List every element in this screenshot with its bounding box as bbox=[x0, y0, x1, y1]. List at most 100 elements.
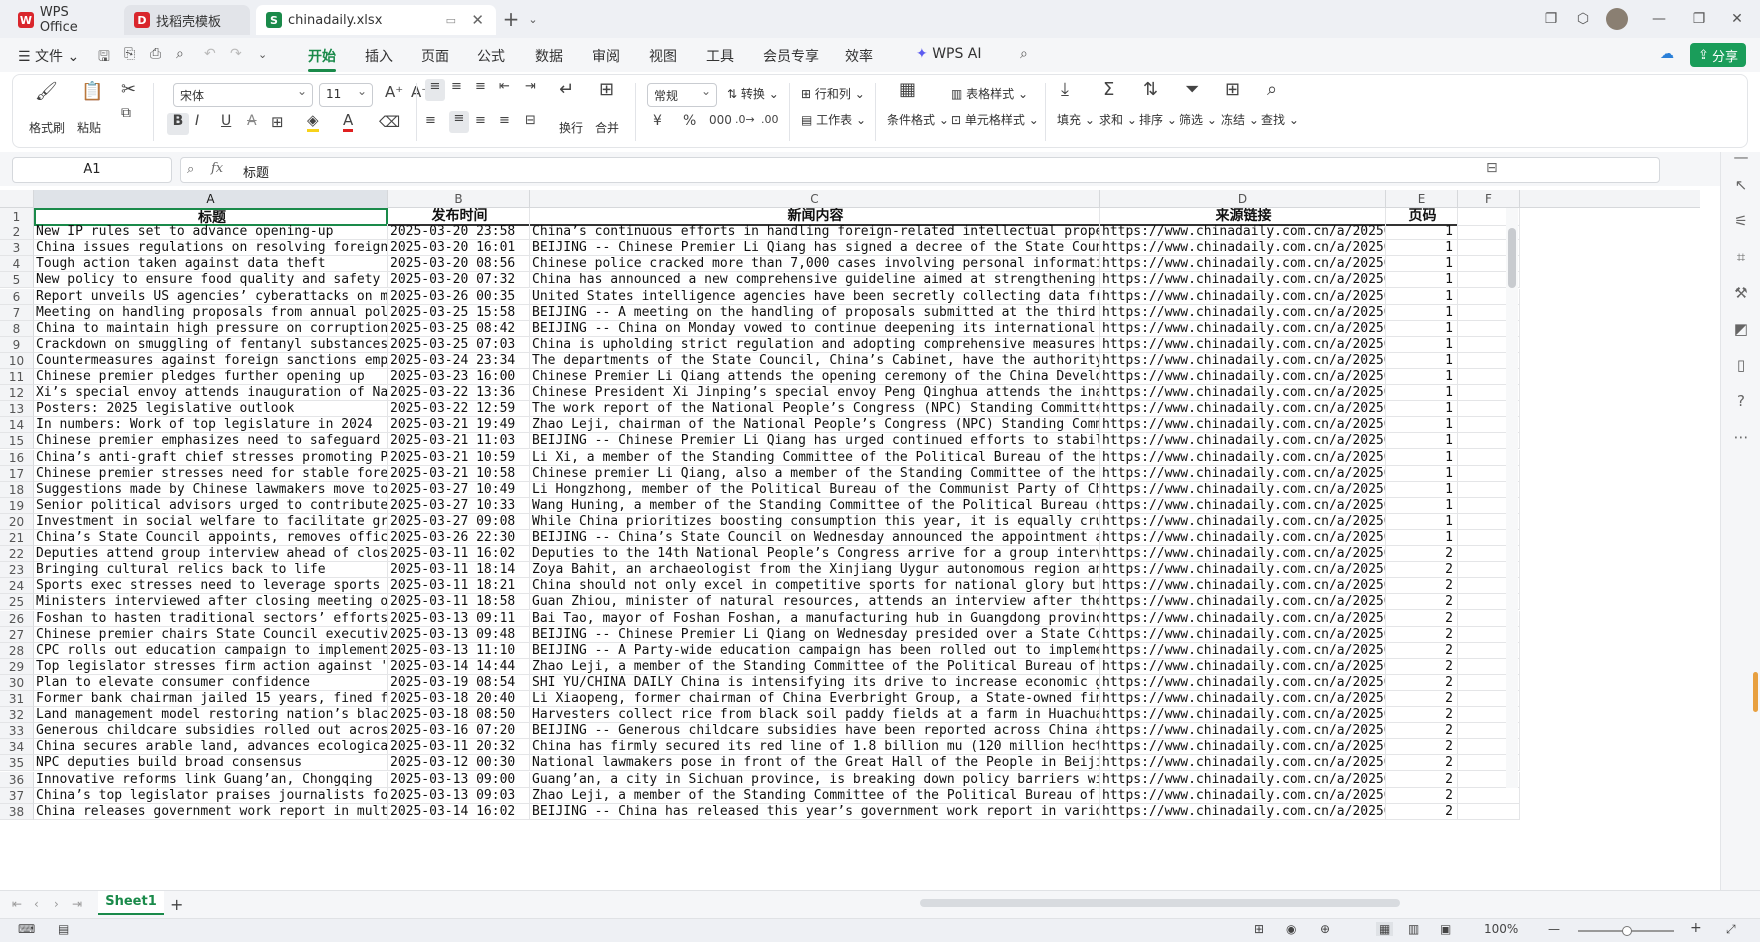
conditional-format-icon[interactable]: ▦ bbox=[899, 79, 916, 100]
cell-e[interactable]: 2 bbox=[1386, 691, 1458, 707]
cell-c[interactable]: BEIJING -- China on Monday vowed to cont… bbox=[530, 320, 1100, 337]
zoom-in-icon[interactable]: + bbox=[1690, 920, 1702, 936]
zoom-slider-thumb[interactable] bbox=[1622, 926, 1632, 936]
cell-a[interactable]: Deputies attend group interview ahead of… bbox=[34, 546, 388, 563]
cell-a[interactable]: Land management model restoring nation’s… bbox=[34, 707, 388, 724]
close-tab-icon[interactable]: ✕ bbox=[471, 11, 484, 29]
row-number[interactable]: 18 bbox=[0, 481, 34, 498]
cell-a[interactable]: China issues regulations on resolving fo… bbox=[34, 240, 388, 257]
cell-a[interactable]: Report unveils US agencies’ cyberattacks… bbox=[34, 288, 388, 305]
menu-member[interactable]: 会员专享 bbox=[763, 46, 819, 66]
increase-indent-icon[interactable]: ⇥ bbox=[525, 79, 536, 94]
spreadsheet-grid[interactable]: A B C D E F 1 标题 发布时间 新闻内容 来源链接 页码 2 New … bbox=[0, 190, 1720, 890]
cell-e[interactable]: 1 bbox=[1386, 449, 1458, 466]
cell-a[interactable]: Countermeasures against foreign sanction… bbox=[34, 352, 388, 369]
cell-a[interactable]: Bringing cultural relics back to life bbox=[34, 562, 388, 579]
formula-expand-icon[interactable]: ⊟ bbox=[1486, 160, 1498, 176]
cell-e[interactable]: 2 bbox=[1386, 658, 1458, 675]
column-header-e[interactable]: E bbox=[1386, 190, 1458, 208]
row-number[interactable]: 2 bbox=[0, 224, 34, 241]
cell-b[interactable]: 2025-03-20 07:32 bbox=[388, 272, 530, 289]
window-layout-icon[interactable]: ❐ bbox=[1540, 8, 1562, 30]
menu-start[interactable]: 开始 bbox=[308, 46, 336, 72]
align-middle-icon[interactable]: ≡ bbox=[451, 79, 462, 94]
worksheet-button[interactable]: ▤ 工作表 ⌄ bbox=[801, 111, 866, 128]
cell-e[interactable]: 1 bbox=[1386, 481, 1458, 498]
cell-c[interactable]: China should not only excel in competiti… bbox=[530, 578, 1100, 595]
cell-d[interactable]: https://www.chinadaily.com.cn/a/202503/2 bbox=[1100, 417, 1386, 434]
cell-d[interactable]: https://www.chinadaily.com.cn/a/202503/2 bbox=[1100, 449, 1386, 466]
row-number[interactable]: 15 bbox=[0, 433, 34, 450]
minimize-icon[interactable]: — bbox=[1648, 8, 1670, 30]
cell-d[interactable]: https://www.chinadaily.com.cn/a/202503/2 bbox=[1100, 256, 1386, 273]
normal-view-icon[interactable]: ▦ bbox=[1376, 922, 1394, 936]
row-number[interactable]: 32 bbox=[0, 707, 34, 724]
cell-d[interactable]: https://www.chinadaily.com.cn/a/202503/2 bbox=[1100, 320, 1386, 337]
clear-format-icon[interactable]: ⌫ bbox=[379, 113, 400, 131]
row-number[interactable]: 36 bbox=[0, 771, 34, 788]
table-style-button[interactable]: ▥ 表格样式 ⌄ bbox=[951, 85, 1028, 102]
cell-c[interactable]: Bai Tao, mayor of Foshan Foshan, a manuf… bbox=[530, 610, 1100, 627]
row-number[interactable]: 21 bbox=[0, 530, 34, 546]
column-header-a[interactable]: A bbox=[34, 190, 388, 208]
cell-b[interactable]: 2025-03-13 09:11 bbox=[388, 610, 530, 627]
cell-b[interactable]: 2025-03-18 08:50 bbox=[388, 707, 530, 724]
cell-c[interactable]: BEIJING -- China has released this year’… bbox=[530, 803, 1100, 820]
increase-font-icon[interactable]: A⁺ bbox=[385, 83, 403, 101]
cloud-upload-icon[interactable]: ☁ bbox=[1660, 46, 1674, 62]
last-sheet-icon[interactable]: ⇥ bbox=[72, 897, 82, 911]
cell-d[interactable]: https://www.chinadaily.com.cn/a/202503/1 bbox=[1100, 658, 1386, 675]
cell-b[interactable]: 2025-03-20 08:56 bbox=[388, 256, 530, 273]
cell-c[interactable]: Li Hongzhong, member of the Political Bu… bbox=[530, 481, 1100, 498]
strikethrough-button[interactable]: A bbox=[247, 113, 257, 129]
fx-icon[interactable]: fx bbox=[211, 161, 223, 176]
cell-e[interactable]: 1 bbox=[1386, 240, 1458, 257]
row-number[interactable]: 26 bbox=[0, 610, 34, 627]
cell-b[interactable]: 2025-03-11 16:02 bbox=[388, 546, 530, 563]
formula-input[interactable]: ⌕ fx 标题 bbox=[180, 157, 1660, 183]
row-number[interactable]: 8 bbox=[0, 320, 34, 337]
zoom-level[interactable]: 100% bbox=[1484, 922, 1518, 936]
currency-icon[interactable]: ¥ bbox=[653, 113, 662, 129]
cell-a[interactable]: Suggestions made by Chinese lawmakers mo… bbox=[34, 481, 388, 498]
cell-c[interactable]: Chinese police cracked more than 7,000 c… bbox=[530, 256, 1100, 273]
cell-d[interactable]: https://www.chinadaily.com.cn/a/202503/2 bbox=[1100, 513, 1386, 530]
freeze-icon[interactable]: ⊞ bbox=[1225, 79, 1240, 100]
cell-b[interactable]: 2025-03-13 09:00 bbox=[388, 771, 530, 788]
cell-b[interactable]: 2025-03-21 19:49 bbox=[388, 417, 530, 434]
cell-b[interactable]: 2025-03-27 09:08 bbox=[388, 513, 530, 530]
distribute-icon[interactable]: ⊟ bbox=[525, 113, 536, 128]
row-number[interactable]: 3 bbox=[0, 240, 34, 257]
undo-icon[interactable]: ↶ bbox=[204, 46, 216, 62]
cell-d[interactable]: https://www.chinadaily.com.cn/a/202503/2 bbox=[1100, 352, 1386, 369]
property-icon[interactable]: ⚟ bbox=[1731, 212, 1751, 232]
cell-a[interactable]: New IP rules set to advance opening-up bbox=[34, 224, 388, 241]
page-break-view-icon[interactable]: ▥ bbox=[1408, 922, 1419, 936]
cell-a[interactable]: China releases government work report in… bbox=[34, 803, 388, 820]
cell-a[interactable]: China to maintain high pressure on corru… bbox=[34, 320, 388, 337]
cell-e[interactable]: 1 bbox=[1386, 224, 1458, 241]
row-number[interactable]: 35 bbox=[0, 755, 34, 772]
tab-preview-icon[interactable]: ▭ bbox=[446, 14, 456, 27]
cell-b[interactable]: 2025-03-11 18:58 bbox=[388, 594, 530, 611]
cell-a[interactable]: China’s State Council appoints, removes … bbox=[34, 530, 388, 546]
cell-e[interactable]: 2 bbox=[1386, 787, 1458, 804]
copy-icon[interactable]: ⧉ bbox=[121, 105, 131, 121]
cell-a[interactable]: Plan to elevate consumer confidence bbox=[34, 674, 388, 691]
cell-a[interactable]: Sports exec stresses need to leverage sp… bbox=[34, 578, 388, 595]
cell-c[interactable]: The departments of the State Council, Ch… bbox=[530, 352, 1100, 369]
cell-c[interactable]: BEIJING -- A meeting on the handling of … bbox=[530, 304, 1100, 321]
cell-b[interactable]: 2025-03-16 07:20 bbox=[388, 723, 530, 740]
cell-a[interactable]: CPC rolls out education campaign to impl… bbox=[34, 642, 388, 659]
cell-c[interactable]: The work report of the National People’s… bbox=[530, 401, 1100, 418]
row-number[interactable]: 27 bbox=[0, 626, 34, 643]
paste-label[interactable]: 粘贴 bbox=[77, 119, 101, 136]
font-color-icon[interactable]: A bbox=[343, 111, 354, 132]
cell-b[interactable]: 2025-03-24 23:34 bbox=[388, 352, 530, 369]
crop-icon[interactable]: ⌗ bbox=[1731, 248, 1751, 268]
increase-decimal-icon[interactable]: .0→ bbox=[735, 113, 755, 126]
cell-a[interactable]: Crackdown on smuggling of fentanyl subst… bbox=[34, 336, 388, 353]
cell-d[interactable]: https://www.chinadaily.com.cn/a/202503/2 bbox=[1100, 304, 1386, 321]
row-number[interactable]: 23 bbox=[0, 562, 34, 579]
row-number[interactable]: 28 bbox=[0, 642, 34, 659]
